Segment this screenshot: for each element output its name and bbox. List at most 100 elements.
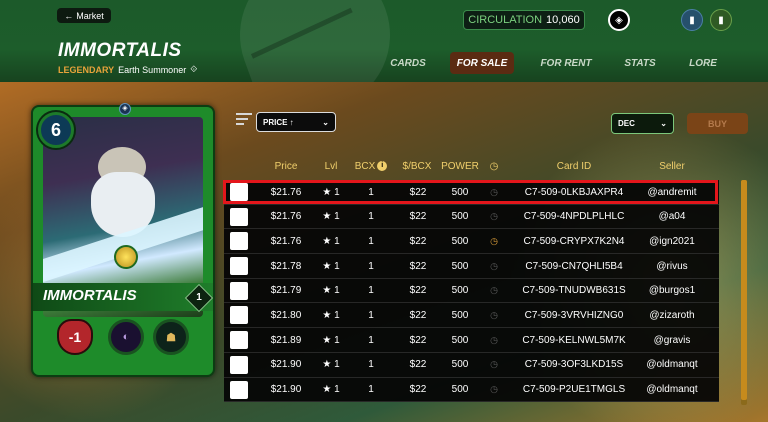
market-label: Market (76, 10, 104, 21)
card-name: IMMORTALIS (43, 287, 137, 304)
sort-select-value: PRICE ↑ (263, 117, 294, 127)
cell-price: $21.76 (270, 186, 302, 198)
row-checkbox[interactable] (230, 257, 248, 276)
cell-lvl: ★ 1 (322, 235, 340, 247)
health-value: -1 (68, 329, 82, 345)
tab-for-sale[interactable]: FOR SALE (450, 52, 514, 74)
cell-seller[interactable]: @gravis (634, 328, 710, 352)
cell-power: 500 (451, 309, 469, 321)
ability-1-icon: ◐ (108, 319, 144, 355)
cell-bcx: 1 (368, 235, 374, 247)
table-row[interactable]: $21.76 ★ 1 1 $22 500 C7-509-0LKBJAXPR4 @andrem… (224, 180, 719, 205)
clock-icon: ◷ (490, 309, 498, 320)
cell-power: 500 (451, 384, 469, 395)
cell-power: 500 (451, 285, 469, 297)
cell-per-bcx: $22 (409, 260, 427, 272)
row-checkbox[interactable] (230, 306, 248, 325)
cell-card-id: C7-509-KELNWL5M7K (522, 334, 626, 346)
header-per-bcx[interactable]: $/BCX (394, 157, 440, 175)
cell-seller[interactable]: @burgos1 (634, 279, 710, 303)
table-row[interactable]: $21.80 ★ 1 1 $22 500 C7-509-3VRVHIZNG0 @zizaro… (224, 303, 719, 329)
clock-icon[interactable]: ◷ (486, 157, 502, 175)
cell-bcx: 1 (368, 186, 374, 198)
cell-lvl: ★ 1 (322, 309, 340, 321)
cell-bcx: 1 (368, 285, 374, 297)
cell-price: $21.89 (270, 334, 302, 346)
sort-select[interactable]: PRICE ↑ ⌄ (256, 112, 336, 132)
cell-per-bcx: $22 (409, 309, 427, 321)
cell-card-id: C7-509-3VRVHIZNG0 (524, 309, 624, 321)
cell-per-bcx: $22 (409, 186, 427, 198)
header-card-id[interactable]: Card ID (524, 157, 624, 175)
header-bar: ← Market IMMORTALIS LEGENDARY Earth Summ… (0, 0, 768, 82)
clock-icon: ◷ (490, 334, 498, 345)
card-image: ◈ 6 IMMORTALIS 1 -1 ◐ ☗ (31, 103, 215, 377)
header-price[interactable]: Price (264, 157, 308, 175)
cell-price: $21.80 (270, 309, 302, 321)
cell-power: 500 (451, 260, 469, 272)
cell-lvl: ★ 1 (322, 285, 340, 297)
header-level[interactable]: Lvl (316, 157, 346, 175)
cell-seller[interactable]: @ign2021 (634, 229, 710, 253)
cell-seller[interactable]: @andremit (634, 180, 710, 204)
table-row[interactable]: $21.79 ★ 1 1 $22 500 C7-509-TNUDWB631S @burgos… (224, 278, 719, 304)
row-checkbox[interactable] (230, 331, 248, 350)
tab-stats[interactable]: STATS (610, 52, 670, 74)
cell-lvl: ★ 1 (322, 334, 340, 346)
health-icon: -1 (57, 319, 93, 355)
listing-table: $21.76 ★ 1 1 $22 500 C7-509-0LKBJAXPR4 @andrem… (224, 180, 719, 403)
mana-cost: 6 (38, 112, 74, 148)
blue-card-icon[interactable]: ▮ (681, 9, 703, 31)
table-row[interactable]: $21.76 ★ 1 1 $22 500 C7-509-CRYPX7K2N4 @ign202… (224, 229, 719, 255)
cell-seller[interactable]: @oldmanqt (634, 353, 710, 377)
scrollbar-thumb[interactable] (741, 180, 747, 400)
row-checkbox[interactable] (230, 380, 248, 399)
table-row[interactable]: $21.89 ★ 1 1 $22 500 C7-509-KELNWL5M7K @gravis… (224, 328, 719, 353)
table-row[interactable]: $21.76 ★ 1 1 $22 500 C7-509-4NPDLPLHLC @a04 ◷ (224, 204, 719, 230)
tab-lore[interactable]: LORE (678, 52, 728, 74)
card-type-label: Earth Summoner (118, 64, 187, 75)
table-header: Price Lvl BCX i $/BCX POWER ◷ Card ID Se… (224, 157, 724, 175)
chevron-down-icon: ⌄ (660, 119, 667, 128)
cell-seller[interactable]: @zizaroth (634, 303, 710, 327)
cell-power: 500 (451, 235, 469, 247)
edition-badge-icon[interactable]: ◈ (608, 9, 630, 31)
table-row[interactable]: $21.90 ★ 1 1 $22 500 C7-509-3OF3LKD15S @oldman… (224, 352, 719, 378)
header-bcx[interactable]: BCX i (350, 157, 392, 175)
clock-icon: ◷ (490, 359, 498, 370)
table-row[interactable]: $21.90 ★ 1 1 $22 500 C7-509-P2UE1TMGLS @oldman… (224, 377, 719, 403)
order-select[interactable]: DEC ⌄ (611, 113, 674, 134)
sort-icon[interactable] (236, 113, 252, 127)
cell-price: $21.76 (270, 211, 302, 223)
cell-per-bcx: $22 (409, 211, 427, 223)
tab-for-rent[interactable]: FOR RENT (530, 52, 602, 74)
cell-price: $21.78 (270, 260, 302, 272)
row-checkbox[interactable] (230, 207, 248, 226)
row-checkbox[interactable] (230, 281, 248, 300)
order-select-value: DEC (618, 119, 635, 128)
header-seller[interactable]: Seller (634, 157, 710, 175)
table-row[interactable]: $21.78 ★ 1 1 $22 500 C7-509-CN7QHLI5B4 @rivus ◷ (224, 254, 719, 279)
ability-2-icon: ☗ (153, 319, 189, 355)
row-checkbox[interactable] (230, 183, 248, 201)
header-bcx-label: BCX (354, 160, 376, 172)
cell-seller[interactable]: @oldmanqt (634, 378, 710, 402)
info-icon[interactable]: i (377, 161, 388, 171)
tab-cards[interactable]: CARDS (372, 52, 444, 74)
cell-bcx: 1 (368, 384, 374, 395)
cell-seller[interactable]: @a04 (634, 205, 710, 229)
cell-per-bcx: $22 (409, 384, 427, 395)
green-card-icon[interactable]: ▮ (710, 9, 732, 31)
cell-card-id: C7-509-3OF3LKD15S (524, 359, 624, 371)
header-power[interactable]: POWER (438, 157, 482, 175)
cell-lvl: ★ 1 (322, 384, 340, 395)
clock-icon: ◷ (490, 260, 498, 271)
row-checkbox[interactable] (230, 355, 248, 374)
cell-price: $21.79 (270, 285, 302, 297)
scrollbar[interactable] (741, 180, 747, 405)
edition-gem-icon: ◈ (119, 103, 131, 115)
row-checkbox[interactable] (230, 232, 248, 251)
back-to-market-button[interactable]: ← Market (57, 8, 111, 23)
cell-seller[interactable]: @rivus (634, 254, 710, 278)
buy-button[interactable]: BUY (687, 113, 748, 134)
